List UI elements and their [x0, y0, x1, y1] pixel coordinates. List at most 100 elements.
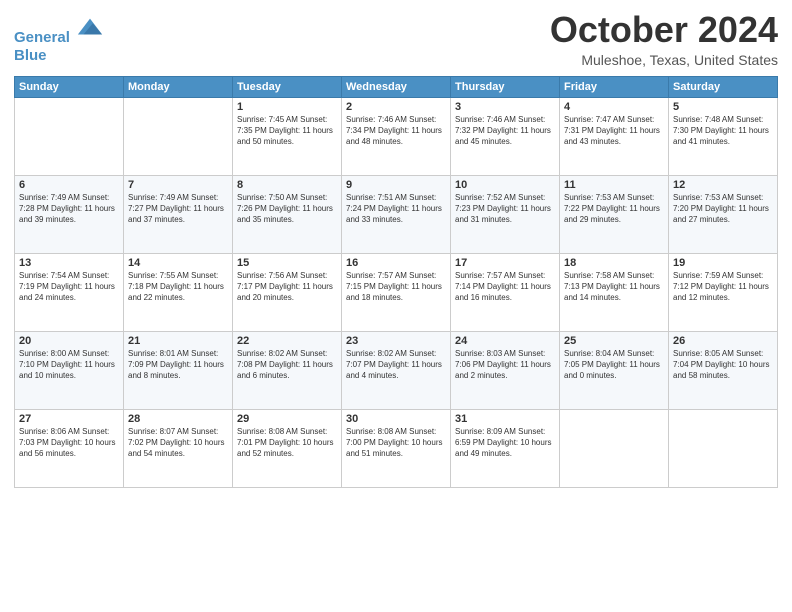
day-number: 18 [564, 257, 664, 269]
day-number: 9 [346, 179, 446, 191]
calendar-cell: 1Sunrise: 7:45 AM Sunset: 7:35 PM Daylig… [233, 97, 342, 175]
day-info: Sunrise: 8:07 AM Sunset: 7:02 PM Dayligh… [128, 426, 228, 460]
logo-general: General [14, 29, 70, 46]
calendar-cell: 3Sunrise: 7:46 AM Sunset: 7:32 PM Daylig… [451, 97, 560, 175]
weekday-header-saturday: Saturday [669, 76, 778, 97]
day-number: 6 [19, 179, 119, 191]
day-number: 4 [564, 101, 664, 113]
day-number: 26 [673, 335, 773, 347]
day-number: 11 [564, 179, 664, 191]
calendar-cell: 17Sunrise: 7:57 AM Sunset: 7:14 PM Dayli… [451, 253, 560, 331]
day-info: Sunrise: 7:47 AM Sunset: 7:31 PM Dayligh… [564, 114, 664, 148]
day-number: 30 [346, 413, 446, 425]
day-info: Sunrise: 7:50 AM Sunset: 7:26 PM Dayligh… [237, 192, 337, 226]
header: General Blue October 2024 Muleshoe, Texa… [14, 10, 778, 68]
day-number: 17 [455, 257, 555, 269]
calendar-cell: 21Sunrise: 8:01 AM Sunset: 7:09 PM Dayli… [124, 331, 233, 409]
day-number: 12 [673, 179, 773, 191]
day-number: 7 [128, 179, 228, 191]
calendar-cell: 31Sunrise: 8:09 AM Sunset: 6:59 PM Dayli… [451, 409, 560, 487]
calendar-cell: 4Sunrise: 7:47 AM Sunset: 7:31 PM Daylig… [560, 97, 669, 175]
day-info: Sunrise: 7:53 AM Sunset: 7:20 PM Dayligh… [673, 192, 773, 226]
day-number: 21 [128, 335, 228, 347]
day-info: Sunrise: 7:51 AM Sunset: 7:24 PM Dayligh… [346, 192, 446, 226]
day-info: Sunrise: 7:46 AM Sunset: 7:32 PM Dayligh… [455, 114, 555, 148]
calendar-cell [669, 409, 778, 487]
day-number: 14 [128, 257, 228, 269]
day-info: Sunrise: 7:57 AM Sunset: 7:15 PM Dayligh… [346, 270, 446, 304]
day-number: 27 [19, 413, 119, 425]
calendar-week-3: 13Sunrise: 7:54 AM Sunset: 7:19 PM Dayli… [15, 253, 778, 331]
calendar-table: SundayMondayTuesdayWednesdayThursdayFrid… [14, 76, 778, 488]
day-number: 20 [19, 335, 119, 347]
day-info: Sunrise: 8:00 AM Sunset: 7:10 PM Dayligh… [19, 348, 119, 382]
page: General Blue October 2024 Muleshoe, Texa… [0, 0, 792, 612]
weekday-header-monday: Monday [124, 76, 233, 97]
calendar-cell: 28Sunrise: 8:07 AM Sunset: 7:02 PM Dayli… [124, 409, 233, 487]
calendar-cell: 9Sunrise: 7:51 AM Sunset: 7:24 PM Daylig… [342, 175, 451, 253]
calendar-cell [560, 409, 669, 487]
weekday-header-friday: Friday [560, 76, 669, 97]
calendar-cell: 11Sunrise: 7:53 AM Sunset: 7:22 PM Dayli… [560, 175, 669, 253]
weekday-header-wednesday: Wednesday [342, 76, 451, 97]
day-number: 28 [128, 413, 228, 425]
calendar-cell: 16Sunrise: 7:57 AM Sunset: 7:15 PM Dayli… [342, 253, 451, 331]
day-number: 24 [455, 335, 555, 347]
calendar-cell: 12Sunrise: 7:53 AM Sunset: 7:20 PM Dayli… [669, 175, 778, 253]
calendar-cell: 19Sunrise: 7:59 AM Sunset: 7:12 PM Dayli… [669, 253, 778, 331]
day-info: Sunrise: 8:05 AM Sunset: 7:04 PM Dayligh… [673, 348, 773, 382]
day-info: Sunrise: 8:02 AM Sunset: 7:07 PM Dayligh… [346, 348, 446, 382]
calendar-cell: 13Sunrise: 7:54 AM Sunset: 7:19 PM Dayli… [15, 253, 124, 331]
calendar-cell: 18Sunrise: 7:58 AM Sunset: 7:13 PM Dayli… [560, 253, 669, 331]
day-number: 29 [237, 413, 337, 425]
calendar-cell: 25Sunrise: 8:04 AM Sunset: 7:05 PM Dayli… [560, 331, 669, 409]
day-number: 13 [19, 257, 119, 269]
day-info: Sunrise: 8:08 AM Sunset: 7:01 PM Dayligh… [237, 426, 337, 460]
calendar-cell: 14Sunrise: 7:55 AM Sunset: 7:18 PM Dayli… [124, 253, 233, 331]
calendar-header-row: SundayMondayTuesdayWednesdayThursdayFrid… [15, 76, 778, 97]
calendar-cell: 10Sunrise: 7:52 AM Sunset: 7:23 PM Dayli… [451, 175, 560, 253]
day-info: Sunrise: 8:02 AM Sunset: 7:08 PM Dayligh… [237, 348, 337, 382]
calendar-cell: 29Sunrise: 8:08 AM Sunset: 7:01 PM Dayli… [233, 409, 342, 487]
logo-blue: Blue [14, 47, 104, 65]
day-info: Sunrise: 7:48 AM Sunset: 7:30 PM Dayligh… [673, 114, 773, 148]
calendar-cell: 6Sunrise: 7:49 AM Sunset: 7:28 PM Daylig… [15, 175, 124, 253]
day-number: 3 [455, 101, 555, 113]
subtitle: Muleshoe, Texas, United States [550, 52, 778, 68]
main-title: October 2024 [550, 10, 778, 50]
day-info: Sunrise: 8:06 AM Sunset: 7:03 PM Dayligh… [19, 426, 119, 460]
weekday-header-tuesday: Tuesday [233, 76, 342, 97]
day-info: Sunrise: 8:09 AM Sunset: 6:59 PM Dayligh… [455, 426, 555, 460]
day-number: 23 [346, 335, 446, 347]
day-number: 19 [673, 257, 773, 269]
calendar-cell: 22Sunrise: 8:02 AM Sunset: 7:08 PM Dayli… [233, 331, 342, 409]
calendar-cell: 26Sunrise: 8:05 AM Sunset: 7:04 PM Dayli… [669, 331, 778, 409]
day-info: Sunrise: 7:57 AM Sunset: 7:14 PM Dayligh… [455, 270, 555, 304]
day-number: 10 [455, 179, 555, 191]
day-info: Sunrise: 7:54 AM Sunset: 7:19 PM Dayligh… [19, 270, 119, 304]
day-info: Sunrise: 7:52 AM Sunset: 7:23 PM Dayligh… [455, 192, 555, 226]
weekday-header-sunday: Sunday [15, 76, 124, 97]
calendar-cell [15, 97, 124, 175]
calendar-cell: 7Sunrise: 7:49 AM Sunset: 7:27 PM Daylig… [124, 175, 233, 253]
weekday-header-thursday: Thursday [451, 76, 560, 97]
day-number: 31 [455, 413, 555, 425]
title-block: October 2024 Muleshoe, Texas, United Sta… [550, 10, 778, 68]
logo-icon [76, 14, 104, 42]
day-info: Sunrise: 8:04 AM Sunset: 7:05 PM Dayligh… [564, 348, 664, 382]
calendar-cell: 8Sunrise: 7:50 AM Sunset: 7:26 PM Daylig… [233, 175, 342, 253]
day-info: Sunrise: 7:59 AM Sunset: 7:12 PM Dayligh… [673, 270, 773, 304]
day-info: Sunrise: 7:49 AM Sunset: 7:28 PM Dayligh… [19, 192, 119, 226]
day-number: 1 [237, 101, 337, 113]
day-info: Sunrise: 8:03 AM Sunset: 7:06 PM Dayligh… [455, 348, 555, 382]
day-number: 2 [346, 101, 446, 113]
day-number: 16 [346, 257, 446, 269]
day-info: Sunrise: 8:01 AM Sunset: 7:09 PM Dayligh… [128, 348, 228, 382]
calendar-cell: 2Sunrise: 7:46 AM Sunset: 7:34 PM Daylig… [342, 97, 451, 175]
calendar-week-1: 1Sunrise: 7:45 AM Sunset: 7:35 PM Daylig… [15, 97, 778, 175]
calendar-week-4: 20Sunrise: 8:00 AM Sunset: 7:10 PM Dayli… [15, 331, 778, 409]
day-number: 8 [237, 179, 337, 191]
logo: General Blue [14, 14, 104, 65]
calendar-cell: 5Sunrise: 7:48 AM Sunset: 7:30 PM Daylig… [669, 97, 778, 175]
calendar-cell: 24Sunrise: 8:03 AM Sunset: 7:06 PM Dayli… [451, 331, 560, 409]
